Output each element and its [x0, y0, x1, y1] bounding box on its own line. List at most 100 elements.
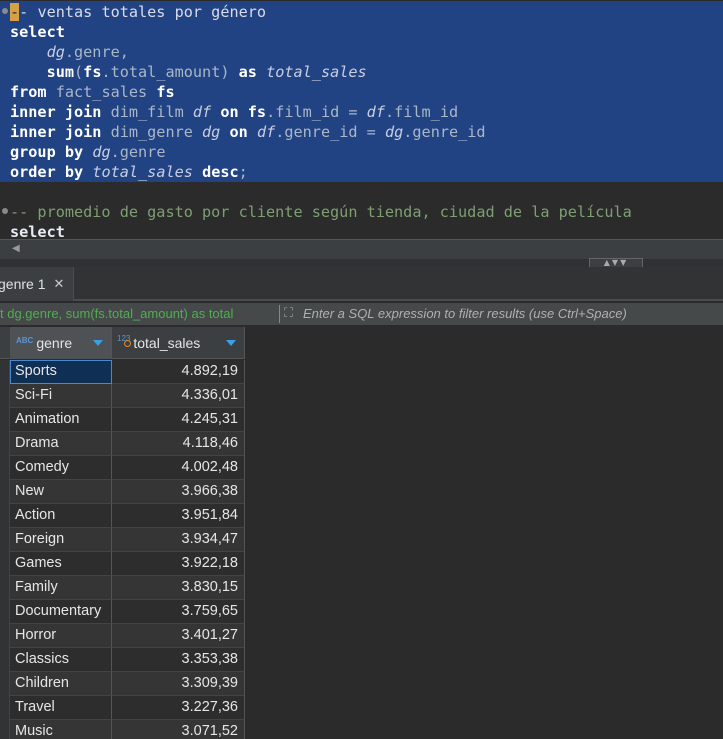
- table-row[interactable]: Classics 3.353,38: [0, 648, 245, 672]
- sql-comment: - ventas totales por género: [19, 3, 267, 21]
- sql-token: .genre_id: [403, 123, 486, 141]
- cell-total-sales[interactable]: 4.118,46: [112, 432, 245, 456]
- table-row[interactable]: Travel 3.227,36: [0, 696, 245, 720]
- cell-total-sales[interactable]: 3.071,52: [112, 720, 245, 739]
- cell-total-sales[interactable]: 4.002,48: [112, 456, 245, 480]
- table-row[interactable]: Drama 4.118,46: [0, 432, 245, 456]
- cell-genre[interactable]: Games: [10, 552, 112, 576]
- sql-editor[interactable]: -- ventas totales por género select dg.ge…: [0, 0, 723, 240]
- tab-results-genre[interactable]: genre 1 ✕: [0, 267, 74, 301]
- sql-keyword: group by: [10, 143, 84, 161]
- row-gutter[interactable]: [0, 408, 10, 432]
- row-gutter[interactable]: [0, 456, 10, 480]
- sql-keyword: on: [220, 103, 239, 121]
- sql-keyword: fs: [156, 83, 175, 101]
- cell-genre[interactable]: Sci-Fi: [10, 384, 112, 408]
- row-gutter[interactable]: [0, 480, 10, 504]
- sql-token: .genre: [110, 143, 166, 161]
- cell-genre[interactable]: Travel: [10, 696, 112, 720]
- code-line: sum(fs.total_amount) as total_sales: [10, 62, 367, 82]
- cell-total-sales[interactable]: 4.892,19: [112, 360, 245, 384]
- sql-token: dim_film: [101, 103, 193, 121]
- cell-total-sales[interactable]: 3.353,38: [112, 648, 245, 672]
- cell-genre[interactable]: Family: [10, 576, 112, 600]
- cell-total-sales[interactable]: 3.934,47: [112, 528, 245, 552]
- tab-label: genre 1: [0, 276, 46, 292]
- row-gutter[interactable]: [0, 360, 10, 384]
- column-header-genre[interactable]: ABC genre: [10, 327, 112, 359]
- cell-genre[interactable]: Foreign: [10, 528, 112, 552]
- sort-down-icon[interactable]: [226, 340, 236, 346]
- row-gutter[interactable]: [0, 696, 10, 720]
- cell-total-sales[interactable]: 3.227,36: [112, 696, 245, 720]
- cell-total-sales[interactable]: 3.401,27: [112, 624, 245, 648]
- sql-keyword: select: [10, 23, 65, 41]
- row-gutter[interactable]: [0, 384, 10, 408]
- row-gutter[interactable]: [0, 504, 10, 528]
- cell-genre[interactable]: Documentary: [10, 600, 112, 624]
- code-line: -- promedio de gasto por cliente según t…: [10, 202, 632, 222]
- cell-genre[interactable]: New: [10, 480, 112, 504]
- scroll-left-arrow-icon[interactable]: ◀: [12, 243, 20, 254]
- column-header-total-sales[interactable]: 123 total_sales: [112, 327, 245, 359]
- sort-down-icon[interactable]: [93, 340, 103, 346]
- sql-token: (: [74, 63, 84, 81]
- sql-token: .film_id =: [266, 103, 367, 121]
- fold-marker-icon[interactable]: [2, 8, 8, 14]
- sql-token: ;: [238, 163, 248, 181]
- table-row[interactable]: Sports 4.892,19: [0, 360, 245, 384]
- table-row[interactable]: Children 3.309,39: [0, 672, 245, 696]
- cell-total-sales[interactable]: 3.951,84: [112, 504, 245, 528]
- editor-horizontal-scrollbar[interactable]: ◀: [0, 239, 723, 259]
- table-row[interactable]: Comedy 4.002,48: [0, 456, 245, 480]
- sql-token: .film_id: [384, 103, 459, 121]
- expand-filter-icon[interactable]: ⛶: [284, 305, 293, 323]
- fold-marker-icon[interactable]: [2, 208, 8, 214]
- row-gutter[interactable]: [0, 672, 10, 696]
- cell-total-sales[interactable]: 3.309,39: [112, 672, 245, 696]
- table-row[interactable]: Family 3.830,15: [0, 576, 245, 600]
- cell-total-sales[interactable]: 3.922,18: [112, 552, 245, 576]
- cell-genre[interactable]: Children: [10, 672, 112, 696]
- code-line: from fact_sales fs: [10, 82, 175, 102]
- cell-genre[interactable]: Comedy: [10, 456, 112, 480]
- cell-total-sales[interactable]: 4.336,01: [112, 384, 245, 408]
- close-icon[interactable]: ✕: [53, 277, 64, 292]
- code-line: -- ventas totales por género: [10, 2, 266, 22]
- cell-total-sales[interactable]: 3.966,38: [112, 480, 245, 504]
- cell-genre[interactable]: Horror: [10, 624, 112, 648]
- filter-input[interactable]: [303, 305, 718, 323]
- cell-genre[interactable]: Animation: [10, 408, 112, 432]
- table-row[interactable]: Horror 3.401,27: [0, 624, 245, 648]
- table-row[interactable]: Action 3.951,84: [0, 504, 245, 528]
- table-row[interactable]: Games 3.922,18: [0, 552, 245, 576]
- cell-genre[interactable]: Music: [10, 720, 112, 739]
- sql-keyword: fs: [83, 63, 102, 81]
- table-row[interactable]: Foreign 3.934,47: [0, 528, 245, 552]
- cell-genre[interactable]: Classics: [10, 648, 112, 672]
- column-name: genre: [36, 335, 73, 351]
- cell-total-sales[interactable]: 4.245,31: [112, 408, 245, 432]
- row-gutter[interactable]: [0, 576, 10, 600]
- table-row[interactable]: New 3.966,38: [0, 480, 245, 504]
- row-gutter[interactable]: [0, 600, 10, 624]
- table-row[interactable]: Sci-Fi 4.336,01: [0, 384, 245, 408]
- table-row[interactable]: Music 3.071,52: [0, 720, 245, 739]
- row-gutter[interactable]: [0, 624, 10, 648]
- code-line: inner join dim_film df on fs.film_id = d…: [10, 102, 458, 122]
- cell-genre[interactable]: Drama: [10, 432, 112, 456]
- sql-keyword: sum: [46, 63, 75, 81]
- row-gutter[interactable]: [0, 648, 10, 672]
- text-caret: -: [10, 3, 20, 21]
- cell-total-sales[interactable]: 3.759,65: [112, 600, 245, 624]
- row-gutter[interactable]: [0, 528, 10, 552]
- table-row[interactable]: Animation 4.245,31: [0, 408, 245, 432]
- row-gutter[interactable]: [0, 720, 10, 739]
- cell-total-sales[interactable]: 3.830,15: [112, 576, 245, 600]
- table-row[interactable]: Documentary 3.759,65: [0, 600, 245, 624]
- cell-genre[interactable]: Action: [10, 504, 112, 528]
- row-gutter[interactable]: [0, 432, 10, 456]
- row-gutter[interactable]: [0, 552, 10, 576]
- sql-keyword: desc: [202, 163, 239, 181]
- cell-genre[interactable]: Sports: [10, 360, 112, 384]
